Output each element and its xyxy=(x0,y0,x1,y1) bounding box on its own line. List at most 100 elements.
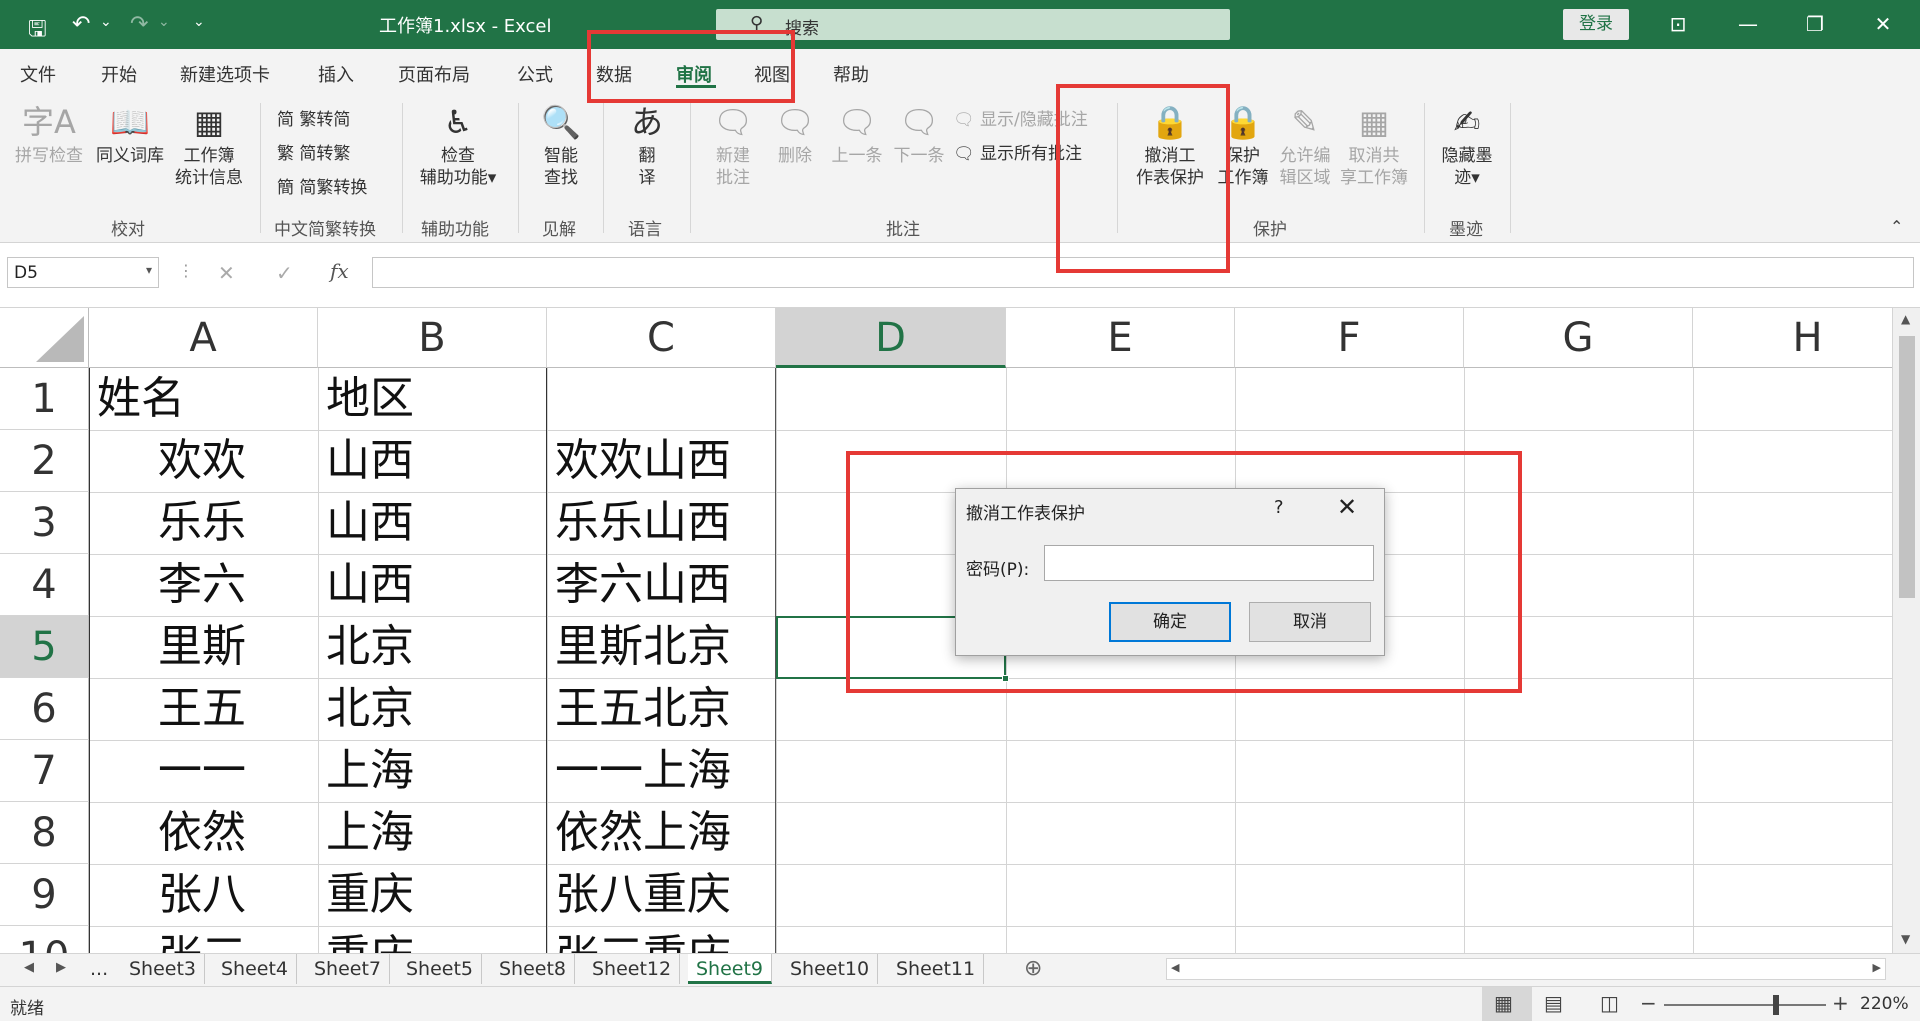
previous-comment-button[interactable]: 🗨 上一条 xyxy=(826,103,888,167)
sheet-tab[interactable]: Sheet10 xyxy=(782,954,879,984)
normal-view-icon[interactable]: ▦ xyxy=(1494,991,1513,1015)
workbook-statistics-button[interactable]: ▦ 工作簿 统计信息 xyxy=(171,103,247,189)
save-icon[interactable]: 🖫 xyxy=(28,12,47,50)
cell-a1[interactable]: 姓名 xyxy=(97,368,185,430)
translate-button[interactable]: あ翻译 xyxy=(612,103,682,189)
cell-a7[interactable]: 一一 xyxy=(158,740,246,802)
cell-b6[interactable]: 北京 xyxy=(326,678,414,740)
restore-icon[interactable]: ❐ xyxy=(1792,8,1838,40)
page-layout-view-icon[interactable]: ▤ xyxy=(1544,991,1563,1015)
check-accessibility-button[interactable]: ♿ 检查 辅助功能▾ xyxy=(408,103,508,189)
zoom-level[interactable]: 220% xyxy=(1860,994,1909,1014)
cell-c9[interactable]: 张八重庆 xyxy=(555,864,731,926)
more-sheets[interactable]: ... xyxy=(90,954,108,984)
sheet-tab[interactable]: Sheet5 xyxy=(398,954,483,984)
sheet-tab[interactable]: Sheet12 xyxy=(584,954,681,984)
zoom-slider-thumb[interactable] xyxy=(1773,995,1779,1015)
close-window-icon[interactable]: ✕ xyxy=(1860,8,1906,40)
cell-c8[interactable]: 依然上海 xyxy=(555,802,731,864)
tab-home[interactable]: 开始 xyxy=(101,61,137,87)
tab-page-layout[interactable]: 页面布局 xyxy=(398,61,470,87)
cell-a3[interactable]: 乐乐 xyxy=(158,492,246,554)
thesaurus-button[interactable]: 📖 同义词库 xyxy=(92,103,168,167)
unshare-workbook-button[interactable]: ▦ 取消共 享工作簿 xyxy=(1336,103,1412,189)
cancel-icon[interactable]: ✕ xyxy=(218,261,235,285)
next-sheet-icon[interactable]: ▶ xyxy=(56,960,66,975)
zoom-in-icon[interactable]: + xyxy=(1832,991,1849,1015)
row-header[interactable]: 5 xyxy=(0,616,89,678)
ribbon-display-options-icon[interactable]: ⊡ xyxy=(1655,8,1701,40)
cell-b8[interactable]: 上海 xyxy=(326,802,414,864)
row-header[interactable]: 10 xyxy=(0,926,89,953)
collapse-ribbon-icon[interactable]: ⌃ xyxy=(1890,217,1903,236)
column-header-h[interactable]: H xyxy=(1693,308,1892,368)
login-button[interactable]: 登录 xyxy=(1563,9,1629,40)
enter-icon[interactable]: ✓ xyxy=(276,261,293,285)
tab-insert[interactable]: 插入 xyxy=(318,61,354,87)
sheet-tab[interactable]: Sheet11 xyxy=(888,954,985,984)
tab-formulas[interactable]: 公式 xyxy=(517,61,553,87)
scroll-up-icon[interactable]: ▲ xyxy=(1901,312,1910,326)
cell-c10[interactable]: 张三重庆 xyxy=(555,926,731,953)
row-header[interactable]: 9 xyxy=(0,864,89,926)
cell-a2[interactable]: 欢欢 xyxy=(158,430,246,492)
minimize-icon[interactable]: — xyxy=(1725,8,1771,40)
cell-a4[interactable]: 李六 xyxy=(158,554,246,616)
row-header[interactable]: 2 xyxy=(0,430,89,492)
next-comment-button[interactable]: 🗨 下一条 xyxy=(888,103,950,167)
tab-new-tab[interactable]: 新建选项卡 xyxy=(180,61,270,87)
sheet-tab[interactable]: Sheet3 xyxy=(121,954,206,984)
row-header[interactable]: 3 xyxy=(0,492,89,554)
tab-help[interactable]: 帮助 xyxy=(833,61,869,87)
delete-comment-button[interactable]: 🗨 删除 xyxy=(764,103,826,167)
column-header-b[interactable]: B xyxy=(318,308,547,368)
cell-c5[interactable]: 里斯北京 xyxy=(555,616,731,678)
redo-icon[interactable]: ↷ xyxy=(130,12,148,37)
cell-b10[interactable]: 重庆 xyxy=(326,926,414,953)
cell-c3[interactable]: 乐乐山西 xyxy=(555,492,731,554)
sheet-tab[interactable]: Sheet8 xyxy=(491,954,576,984)
customize-toolbar-icon[interactable]: ⌄ xyxy=(193,14,205,30)
scroll-thumb[interactable] xyxy=(1899,336,1915,598)
s2t-button[interactable]: 繁 简转繁 xyxy=(277,139,350,164)
cell-b5[interactable]: 北京 xyxy=(326,616,414,678)
row-header[interactable]: 1 xyxy=(0,368,89,430)
cell-a10[interactable]: 张三 xyxy=(158,926,246,953)
row-header[interactable]: 8 xyxy=(0,802,89,864)
zoom-slider[interactable] xyxy=(1664,1004,1826,1006)
cell-a9[interactable]: 张八 xyxy=(158,864,246,926)
column-header-a[interactable]: A xyxy=(89,308,318,368)
smart-lookup-button[interactable]: 🔍 智能 查找 xyxy=(528,103,594,189)
scroll-right-icon[interactable]: ▶ xyxy=(1873,961,1881,974)
spell-check-button[interactable]: 字A 拼写检查 xyxy=(12,103,86,167)
cell-c7[interactable]: 一一上海 xyxy=(555,740,731,802)
column-header-f[interactable]: F xyxy=(1235,308,1464,368)
name-box-dropdown-icon[interactable]: ▾ xyxy=(146,263,152,277)
row-header[interactable]: 7 xyxy=(0,740,89,802)
cell-b7[interactable]: 上海 xyxy=(326,740,414,802)
column-header-g[interactable]: G xyxy=(1464,308,1693,368)
cell-b4[interactable]: 山西 xyxy=(326,554,414,616)
cell-c4[interactable]: 李六山西 xyxy=(555,554,731,616)
prev-sheet-icon[interactable]: ◀ xyxy=(24,960,34,975)
convert-button[interactable]: 簡 简繁转换 xyxy=(277,173,367,198)
tab-file[interactable]: 文件 xyxy=(20,61,56,87)
column-header-e[interactable]: E xyxy=(1006,308,1235,368)
vertical-scrollbar[interactable]: ▲ ▼ xyxy=(1892,308,1920,953)
undo-dropdown-icon[interactable]: ⌄ xyxy=(100,14,112,30)
column-header-c[interactable]: C xyxy=(547,308,776,368)
sheet-tab-active[interactable]: Sheet9 xyxy=(688,954,773,984)
hide-ink-button[interactable]: ✍ 隐藏墨 迹▾ xyxy=(1432,103,1502,189)
page-break-view-icon[interactable]: ◫ xyxy=(1600,991,1619,1015)
horizontal-scrollbar[interactable]: ◀ ▶ xyxy=(1166,958,1886,980)
cell-a5[interactable]: 里斯 xyxy=(158,616,246,678)
new-comment-button[interactable]: 🗨 新建 批注 xyxy=(702,103,764,189)
cell-c2[interactable]: 欢欢山西 xyxy=(555,430,731,492)
cell-b1[interactable]: 地区 xyxy=(326,368,414,430)
sheet-tab[interactable]: Sheet4 xyxy=(213,954,298,984)
redo-dropdown-icon[interactable]: ⌄ xyxy=(158,14,170,30)
cell-a8[interactable]: 依然 xyxy=(158,802,246,864)
cell-c6[interactable]: 王五北京 xyxy=(555,678,731,740)
name-box[interactable]: D5 ▾ xyxy=(7,257,159,288)
cell-b2[interactable]: 山西 xyxy=(326,430,414,492)
